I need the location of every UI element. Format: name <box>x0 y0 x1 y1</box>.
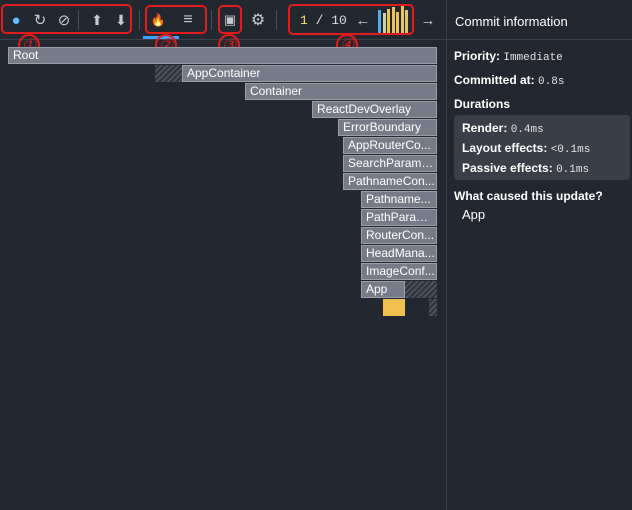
cause-component-app[interactable]: App <box>462 207 485 222</box>
layout-effects-value: <0.1ms <box>550 144 591 156</box>
layout-effects-label: Layout effects: <box>462 141 548 155</box>
annotation-box-4 <box>288 4 414 35</box>
passive-effects-value: 0.1ms <box>556 164 590 176</box>
flame-node-searchparams[interactable]: SearchParams... <box>343 155 437 172</box>
flame-node-pathnamecontext[interactable]: PathnameCon... <box>343 173 437 190</box>
flame-node-reactdevoverlay[interactable]: ReactDevOverlay <box>312 101 437 118</box>
flame-node-approutercontext[interactable]: AppRouterCo... <box>343 137 437 154</box>
flame-node-errorboundary[interactable]: ErrorBoundary <box>338 119 437 136</box>
flame-node-appcontainer[interactable]: AppContainer <box>182 65 437 82</box>
separator <box>211 10 212 30</box>
passive-effects-label: Passive effects: <box>462 161 553 175</box>
priority-row: Priority: Immediate <box>454 49 563 64</box>
annotation-box-2 <box>145 5 207 34</box>
priority-label: Priority: <box>454 49 501 63</box>
durations-label: Durations <box>454 97 511 111</box>
layout-effects-row: Layout effects: <0.1ms <box>462 141 590 156</box>
cause-heading: What caused this update? <box>454 189 603 203</box>
render-label: Render: <box>462 121 508 135</box>
flame-node-app[interactable]: App <box>361 281 405 298</box>
flame-hatch <box>405 281 437 298</box>
flame-hatch <box>429 299 437 316</box>
flame-node-rendered[interactable] <box>383 299 405 316</box>
flame-node-pathparams[interactable]: PathParam... <box>361 209 437 226</box>
cause-label: What caused this update? <box>454 189 603 203</box>
passive-effects-row: Passive effects: 0.1ms <box>462 161 589 176</box>
flame-hatch <box>155 65 182 82</box>
flame-node-routercontext[interactable]: RouterCon... <box>361 227 437 244</box>
panel-title: Commit information <box>447 0 632 40</box>
flame-node-headmanager[interactable]: HeadMana... <box>361 245 437 262</box>
committed-value: 0.8s <box>538 76 565 88</box>
flame-node-container[interactable]: Container <box>245 83 437 100</box>
next-commit-button[interactable]: → <box>418 10 438 30</box>
settings-icon[interactable]: ⚙ <box>248 10 268 30</box>
flame-node-imageconfig[interactable]: ImageConf... <box>361 263 437 280</box>
priority-value: Immediate <box>503 52 563 64</box>
annotation-box-3 <box>218 5 242 34</box>
separator <box>276 10 277 30</box>
render-value: 0.4ms <box>510 124 544 136</box>
durations-heading: Durations <box>454 97 510 111</box>
flame-node-root[interactable]: Root <box>8 47 437 64</box>
committed-row: Committed at: 0.8s <box>454 73 564 88</box>
render-row: Render: 0.4ms <box>462 121 544 136</box>
committed-label: Committed at: <box>454 73 535 87</box>
flame-node-pathname[interactable]: Pathname... <box>361 191 437 208</box>
annotation-box-1 <box>1 4 132 34</box>
separator <box>139 10 140 30</box>
